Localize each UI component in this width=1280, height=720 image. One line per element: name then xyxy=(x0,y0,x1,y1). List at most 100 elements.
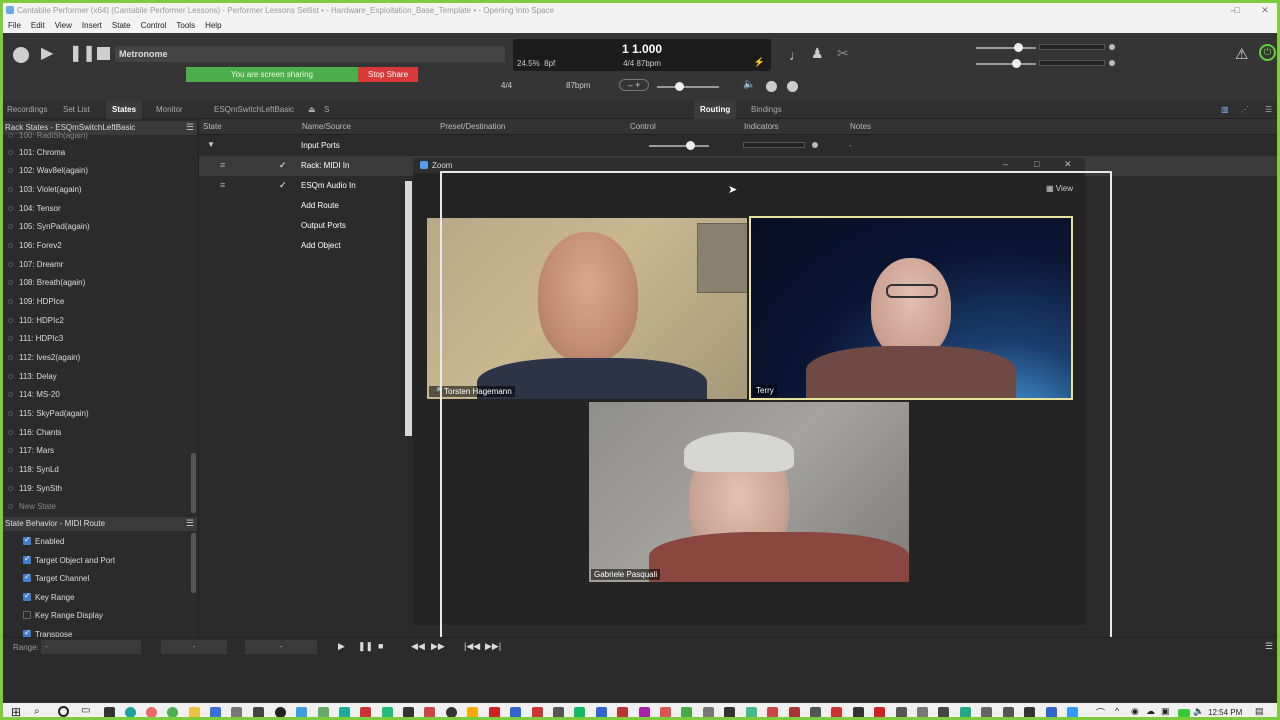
close-icon[interactable]: ✕ xyxy=(1253,3,1277,18)
notes-column-header[interactable]: Notes xyxy=(850,119,871,135)
song-name-tab[interactable]: ESQmSwitchLeftBasic xyxy=(214,101,294,119)
task-view-icon[interactable]: ▭ xyxy=(81,705,90,716)
add-route-button[interactable]: Add Route xyxy=(301,201,339,210)
app-icon[interactable] xyxy=(960,707,971,717)
route-name-midi[interactable]: Rack: MIDI In xyxy=(301,161,349,170)
media-pause-button[interactable]: ❚❚ xyxy=(358,641,373,652)
tray-icon[interactable]: ◉ xyxy=(1131,706,1139,717)
time-signature[interactable]: 4/4 xyxy=(501,81,512,90)
windows-start-icon[interactable]: ⊞ xyxy=(11,705,21,717)
output-ports-label[interactable]: Output Ports xyxy=(301,221,346,230)
state-item[interactable]: 116: Chants xyxy=(8,428,62,437)
menu-help[interactable]: Help xyxy=(200,18,226,33)
state-item[interactable]: 114: MS-20 xyxy=(8,390,60,399)
input-ports-label[interactable]: Input Ports xyxy=(301,141,340,150)
add-object-button[interactable]: Add Object xyxy=(301,241,341,250)
media-play-button[interactable]: ▶ xyxy=(338,641,345,652)
stop-share-button[interactable]: Stop Share xyxy=(358,67,418,82)
state-behavior-menu-icon[interactable]: ☰ xyxy=(186,518,194,529)
app-icon[interactable] xyxy=(1003,707,1014,717)
skip-start-button[interactable]: |◀◀ xyxy=(464,641,480,652)
drag-handle-icon[interactable]: ≡ xyxy=(220,160,225,170)
key-range-display-checkbox[interactable] xyxy=(23,611,31,619)
battery-icon[interactable] xyxy=(1178,709,1190,717)
state-item[interactable]: 107: Dreamr xyxy=(8,260,63,269)
edge-icon[interactable] xyxy=(125,707,136,717)
note-icon[interactable]: ♩ xyxy=(789,47,803,63)
state-item[interactable]: 113: Delay xyxy=(8,372,57,381)
state-item[interactable]: 109: HDPIce xyxy=(8,297,64,306)
explorer-icon[interactable] xyxy=(189,707,200,717)
app-icon[interactable] xyxy=(532,707,543,717)
tempo-value[interactable]: 87bpm xyxy=(566,81,590,90)
state-item[interactable]: 111: HDPIc3 xyxy=(8,334,63,343)
app-icon[interactable] xyxy=(874,707,885,717)
state-item[interactable]: 119: SynSth xyxy=(8,484,62,493)
store-icon[interactable] xyxy=(104,707,115,717)
app-icon[interactable] xyxy=(981,707,992,717)
target-channel-checkbox[interactable] xyxy=(23,572,31,582)
panel-menu-icon[interactable]: ☰ xyxy=(1265,101,1272,119)
song-s-label[interactable]: S xyxy=(324,101,329,119)
app-icon[interactable] xyxy=(938,707,949,717)
app-icon[interactable] xyxy=(639,707,650,717)
grid-view-icon[interactable]: ▥ xyxy=(1221,101,1229,119)
state-item[interactable]: 112: Ives2(again) xyxy=(8,353,80,362)
fast-forward-button[interactable]: ▶▶ xyxy=(431,641,445,652)
menu-control[interactable]: Control xyxy=(136,18,172,33)
state-item[interactable]: 105: SynPad(again) xyxy=(8,222,90,231)
menu-view[interactable]: View xyxy=(50,18,77,33)
app-icon[interactable] xyxy=(831,707,842,717)
tray-icon[interactable]: ⌒ xyxy=(1096,706,1105,717)
zoom-maximize-icon[interactable]: □ xyxy=(1034,159,1039,169)
app-icon[interactable] xyxy=(724,707,735,717)
app-icon[interactable] xyxy=(339,707,350,717)
route-name-audio[interactable]: ESQm Audio In xyxy=(301,181,356,190)
states-scrollbar[interactable] xyxy=(191,453,196,513)
input-notes[interactable]: - xyxy=(849,141,852,150)
target-object-checkbox[interactable] xyxy=(23,554,31,564)
tab-monitor[interactable]: Monitor xyxy=(156,101,183,119)
state-item[interactable]: 118: SynLd xyxy=(8,465,59,474)
play-button[interactable]: ▶ xyxy=(41,46,53,62)
tab-states[interactable]: States xyxy=(106,101,143,119)
master-output-knob[interactable] xyxy=(1012,59,1021,68)
metronome-label[interactable]: Metronome xyxy=(115,46,505,62)
tray-icon[interactable]: ▣ xyxy=(1161,706,1170,717)
app-icon[interactable] xyxy=(424,707,435,717)
master-output-slider[interactable] xyxy=(976,63,1036,65)
notifications-icon[interactable]: ▤ xyxy=(1255,706,1264,717)
volume-icon[interactable]: 🔈 xyxy=(1193,706,1204,717)
tab-recordings[interactable]: Recordings xyxy=(7,101,47,119)
app-icon[interactable] xyxy=(467,707,478,717)
app-icon[interactable] xyxy=(660,707,671,717)
app-icon[interactable] xyxy=(1024,707,1035,717)
app-icon[interactable] xyxy=(574,707,585,717)
maximize-icon[interactable]: □ xyxy=(1225,3,1249,18)
state-item[interactable]: 100: RadiSh(again) xyxy=(8,131,88,140)
zoom-taskbar-icon[interactable] xyxy=(1067,707,1078,717)
app-icon[interactable] xyxy=(681,707,692,717)
name-column-header[interactable]: Name/Source xyxy=(302,119,351,135)
input-gain-knob[interactable] xyxy=(686,141,695,150)
search-icon[interactable]: ⌕ xyxy=(34,706,40,717)
indicators-column-header[interactable]: Indicators xyxy=(744,119,779,135)
warning-icon[interactable]: ⚠ xyxy=(1235,45,1248,63)
panic-icon[interactable]: ✂ xyxy=(837,45,849,62)
metronome-icon[interactable]: ♟ xyxy=(811,45,824,62)
enabled-check-icon[interactable]: ✓ xyxy=(279,160,287,171)
diagram-view-icon[interactable]: ⋰ xyxy=(1241,101,1249,119)
state-item[interactable]: 103: Violet(again) xyxy=(8,185,82,194)
media-stop-button[interactable]: ■ xyxy=(378,641,383,651)
state-item[interactable]: 108: Breath(again) xyxy=(8,278,85,287)
app-icon[interactable] xyxy=(703,707,714,717)
stop-button[interactable] xyxy=(97,47,110,60)
tempo-stepper[interactable]: – + xyxy=(619,79,649,91)
app-icon[interactable] xyxy=(489,707,500,717)
app-icon[interactable] xyxy=(253,707,264,717)
enabled-checkbox[interactable] xyxy=(23,535,31,545)
input-gain-slider[interactable] xyxy=(649,145,709,147)
key-range-checkbox[interactable] xyxy=(23,591,31,601)
app-icon[interactable] xyxy=(275,707,286,717)
menu-tools[interactable]: Tools xyxy=(171,18,200,33)
